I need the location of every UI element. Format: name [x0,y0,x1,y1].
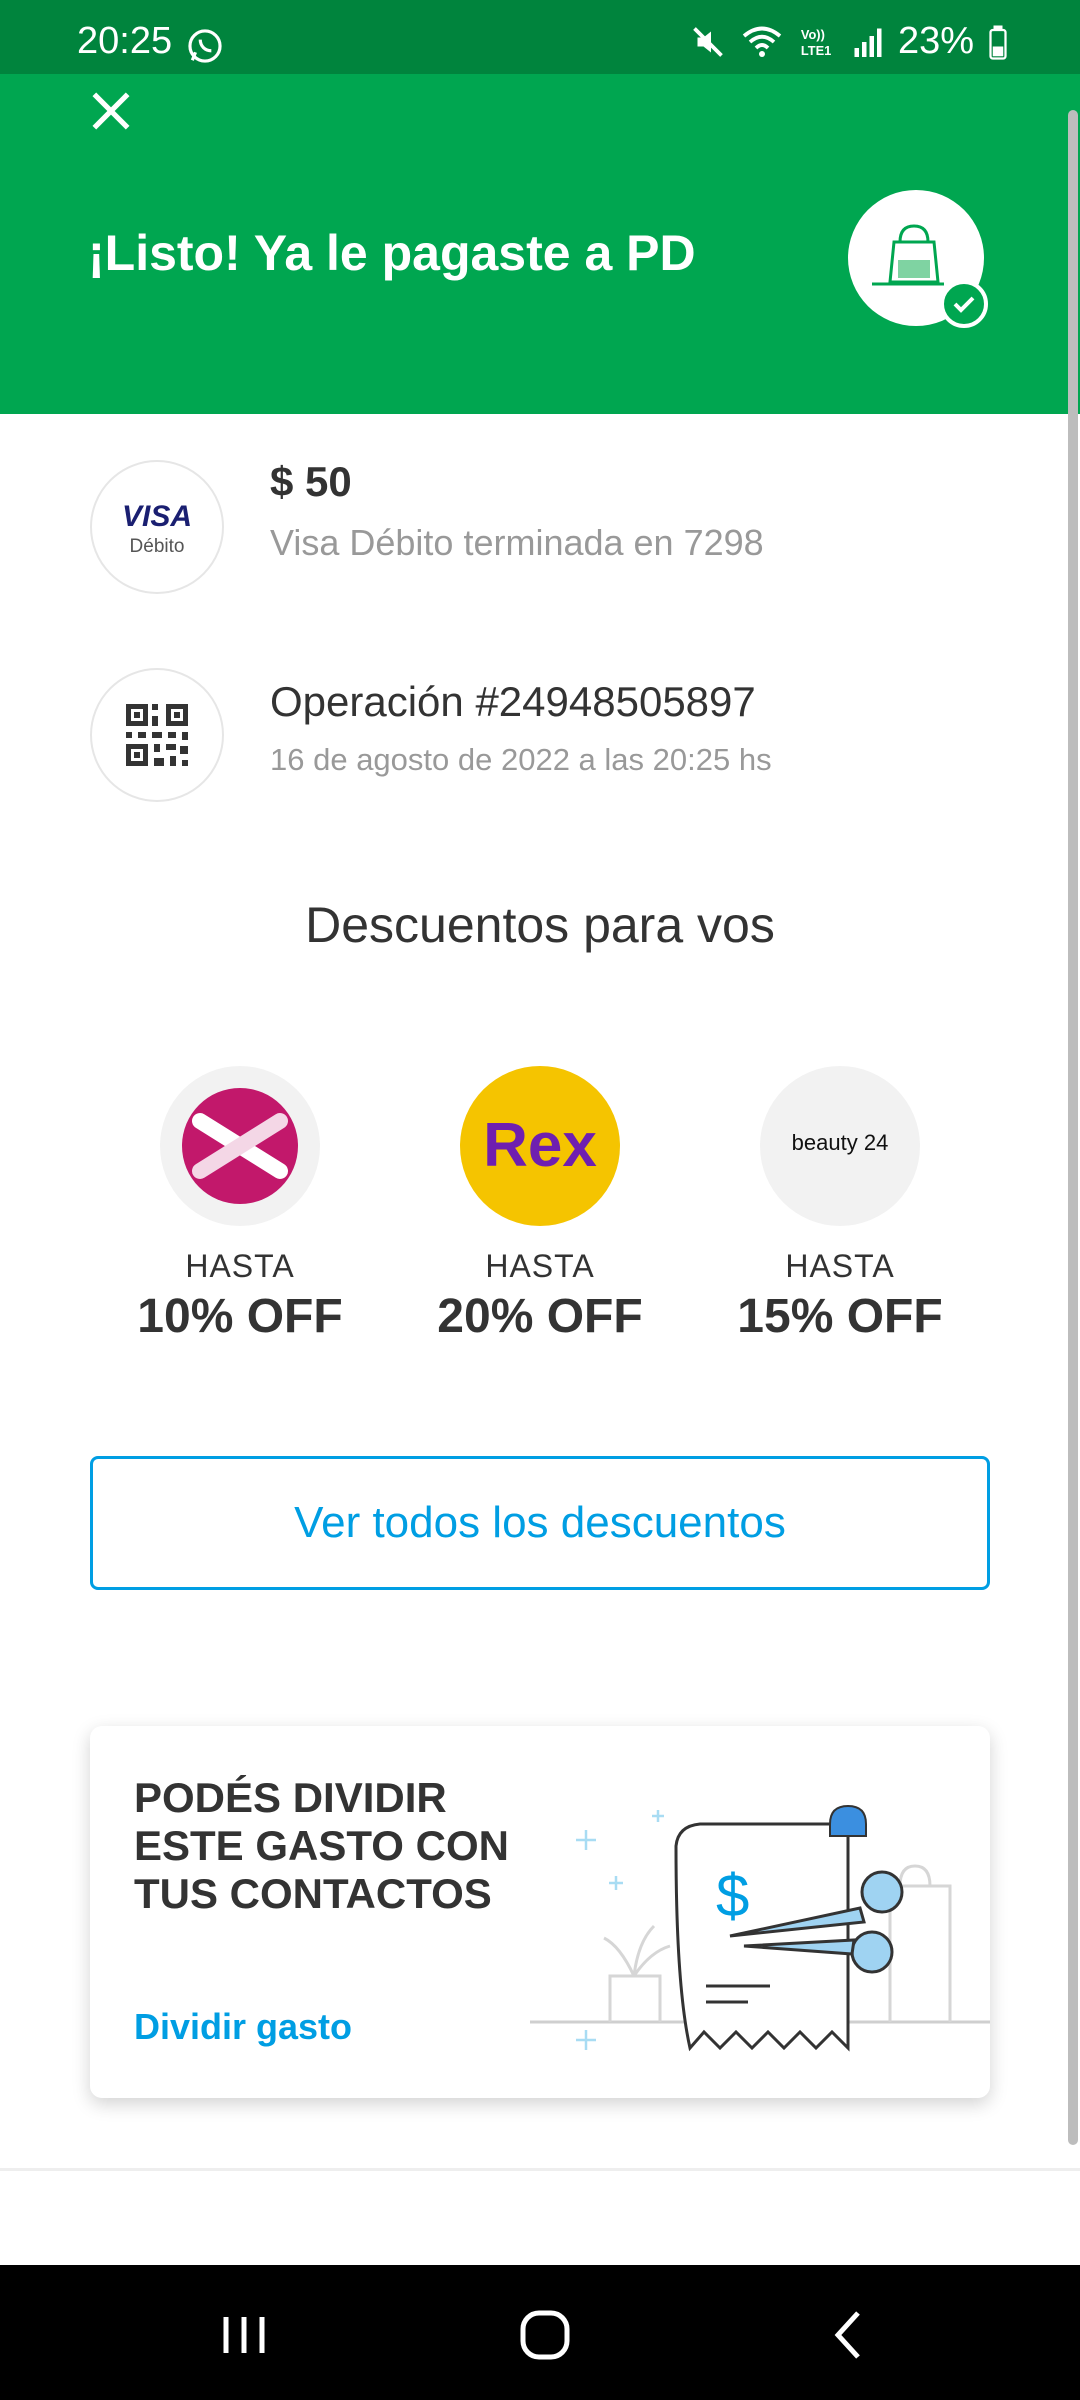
see-all-discounts-button[interactable]: Ver todos los descuentos [90,1456,990,1590]
split-title: PODÉS DIVIDIR ESTE GASTO CON TUS CONTACT… [134,1774,509,1917]
visa-logo-text: VISA [121,500,193,533]
operation-number: Operación #24948505897 [270,678,756,725]
qr-code-icon [126,704,188,766]
card-description: Visa Débito terminada en 7298 [270,522,764,563]
check-icon [953,296,975,313]
discount-hasta: HASTA [785,1248,895,1284]
volte-icon: Vo)) LTE1 [801,27,831,58]
discount-hasta: HASTA [185,1248,295,1284]
operation-date: 16 de agosto de 2022 a las 20:25 hs [270,742,772,777]
svg-text:LTE1: LTE1 [801,42,831,57]
mute-icon [693,26,723,57]
x-brand-icon [182,1088,298,1204]
discount-off: 10% OFF [137,1290,343,1343]
split-expense-card: PODÉS DIVIDIR ESTE GASTO CON TUS CONTACT… [90,1726,990,2098]
page-title: ¡Listo! Ya le pagaste a PD [88,225,696,281]
visa-card-logo: VISA Débito [90,460,224,594]
battery-percent: 23% [897,20,974,62]
discount-off: 15% OFF [737,1290,943,1343]
scrollbar[interactable] [1068,110,1078,2145]
discount-item[interactable]: HASTA 10% OFF [90,1066,390,1344]
status-time: 20:25 [77,20,173,62]
success-header: ¡Listo! Ya le pagaste a PD [0,74,1080,414]
payment-amount: $ 50 [270,458,352,505]
home-icon[interactable] [505,2295,585,2375]
check-badge [940,280,988,328]
discount-item[interactable]: Rex HASTA 20% OFF [390,1066,690,1344]
discount-hasta: HASTA [485,1248,595,1284]
signal-icon [854,28,882,57]
back-icon[interactable] [808,2295,888,2375]
rex-logo-text: Rex [483,1111,597,1180]
discount-off: 20% OFF [437,1290,643,1343]
wifi-icon [742,26,782,57]
battery-icon [989,25,1007,60]
svg-text:$: $ [716,1862,749,1929]
visa-logo-sub: Débito [129,536,185,557]
navigation-bar [0,2265,1080,2400]
svg-text:Vo)): Vo)) [801,27,825,42]
recent-apps-icon[interactable] [204,2295,284,2375]
whatsapp-icon [188,29,222,63]
receipt-scissors-illustration: $ [530,1804,990,2052]
status-icons: Vo)) LTE1 23% [690,20,1008,63]
divider [0,2168,1080,2171]
discount-item[interactable]: beauty 24 HASTA 15% OFF [690,1066,990,1344]
status-bar: 20:25 Vo)) LTE1 23% [0,0,1080,74]
beauty24-logo-text: beauty 24 [791,1130,889,1155]
rex-logo: Rex [460,1066,620,1226]
x-logo [160,1066,320,1226]
qr-logo [90,668,224,802]
discounts-title: Descuentos para vos [305,897,775,953]
split-expense-link[interactable]: Dividir gasto [134,2006,352,2048]
close-icon[interactable] [86,86,136,136]
beauty24-logo: beauty 24 [760,1066,920,1226]
